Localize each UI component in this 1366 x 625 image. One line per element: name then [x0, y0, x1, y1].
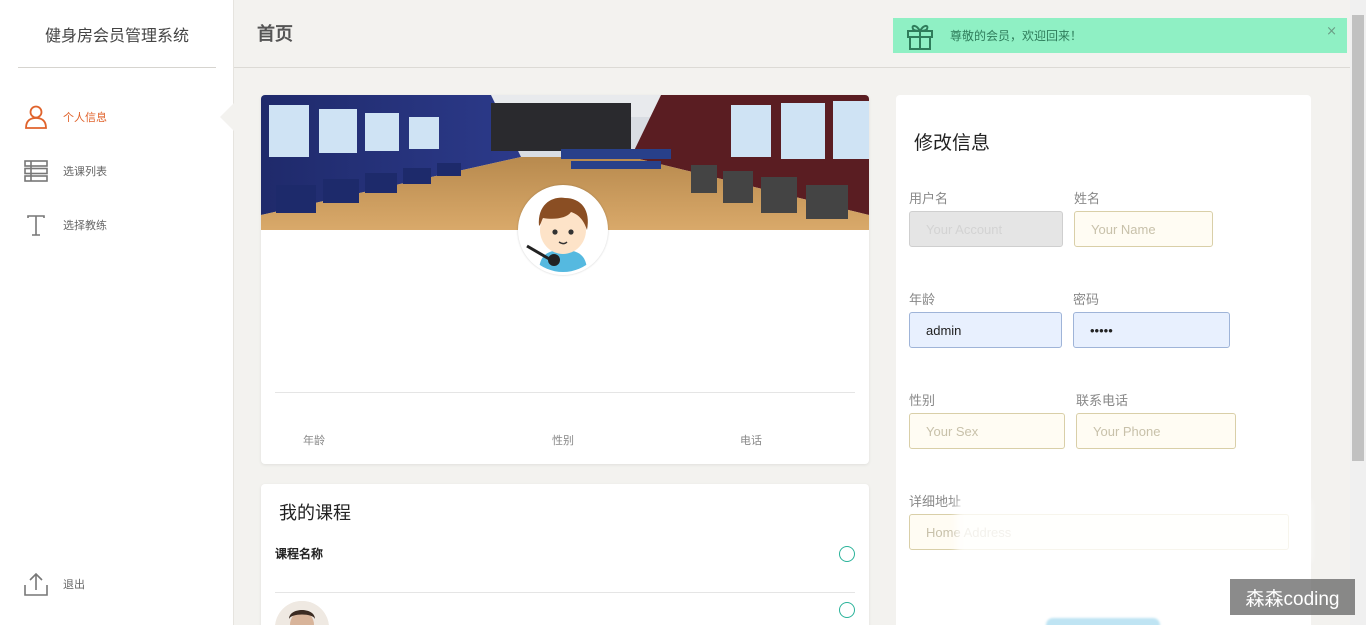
- sidebar-item-label: 选择教练: [63, 219, 107, 232]
- course-radio[interactable]: [839, 546, 855, 562]
- sidebar-item-label: 选课列表: [63, 165, 107, 178]
- user-icon: [22, 103, 50, 131]
- profile-divider: [275, 392, 855, 393]
- sex-label: 性别: [909, 394, 936, 409]
- sex-input[interactable]: [909, 413, 1065, 449]
- avatar: [518, 185, 608, 275]
- submit-button[interactable]: [1046, 618, 1160, 625]
- brand-title: 健身房会员管理系统: [18, 0, 216, 68]
- scrollbar-thumb[interactable]: [1352, 15, 1364, 461]
- sidebar-item-logout[interactable]: 退出: [0, 557, 234, 611]
- username-label: 用户名: [909, 192, 949, 207]
- password-input[interactable]: [1073, 312, 1230, 348]
- password-label: 密码: [1073, 293, 1100, 308]
- age-label: 年龄: [909, 293, 936, 308]
- courses-title: 我的课程: [279, 503, 351, 524]
- course-divider: [275, 592, 855, 593]
- text-t-icon: [22, 211, 50, 239]
- phone-label: 联系电话: [1076, 394, 1129, 409]
- phone-input[interactable]: [1076, 413, 1236, 449]
- sidebar-item-label: 个人信息: [63, 111, 107, 124]
- sidebar-item-courses[interactable]: 选课列表: [0, 144, 234, 198]
- sidebar: 健身房会员管理系统 个人信息 选课列表 选择教练 退出: [0, 0, 234, 625]
- profile-card: 年龄 性别 电话: [261, 95, 869, 464]
- sidebar-item-coach[interactable]: 选择教练: [0, 198, 234, 252]
- page-title: 首页: [257, 24, 293, 45]
- alert-close-button[interactable]: ×: [1326, 24, 1337, 39]
- alert-message: 尊敬的会员，欢迎回来！: [950, 29, 1083, 43]
- gift-icon: [905, 21, 935, 51]
- edit-title: 修改信息: [914, 132, 991, 154]
- my-courses-card: 我的课程 课程名称: [261, 484, 869, 625]
- age-input[interactable]: [909, 312, 1062, 348]
- phone-stat-label: 电话: [740, 434, 762, 447]
- sex-stat-label: 性别: [552, 434, 574, 447]
- name-label: 姓名: [1074, 192, 1101, 207]
- logout-label: 退出: [63, 578, 85, 591]
- watermark: 森森coding: [1230, 579, 1355, 615]
- blur-overlay: [956, 500, 1310, 562]
- address-label: 详细地址: [909, 495, 962, 510]
- age-stat-label: 年龄: [303, 434, 325, 447]
- username-input[interactable]: [909, 211, 1063, 247]
- sidebar-item-profile[interactable]: 个人信息: [0, 90, 234, 144]
- upload-icon: [22, 570, 50, 598]
- name-input[interactable]: [1074, 211, 1213, 247]
- course-radio[interactable]: [839, 602, 855, 618]
- welcome-alert: 尊敬的会员，欢迎回来！ ×: [893, 18, 1347, 53]
- course-name-header: 课程名称: [275, 547, 324, 561]
- list-icon: [22, 157, 50, 185]
- coach-avatar: [275, 601, 329, 625]
- header: 首页 尊敬的会员，欢迎回来！ ×: [234, 0, 1350, 68]
- active-indicator: [220, 103, 234, 131]
